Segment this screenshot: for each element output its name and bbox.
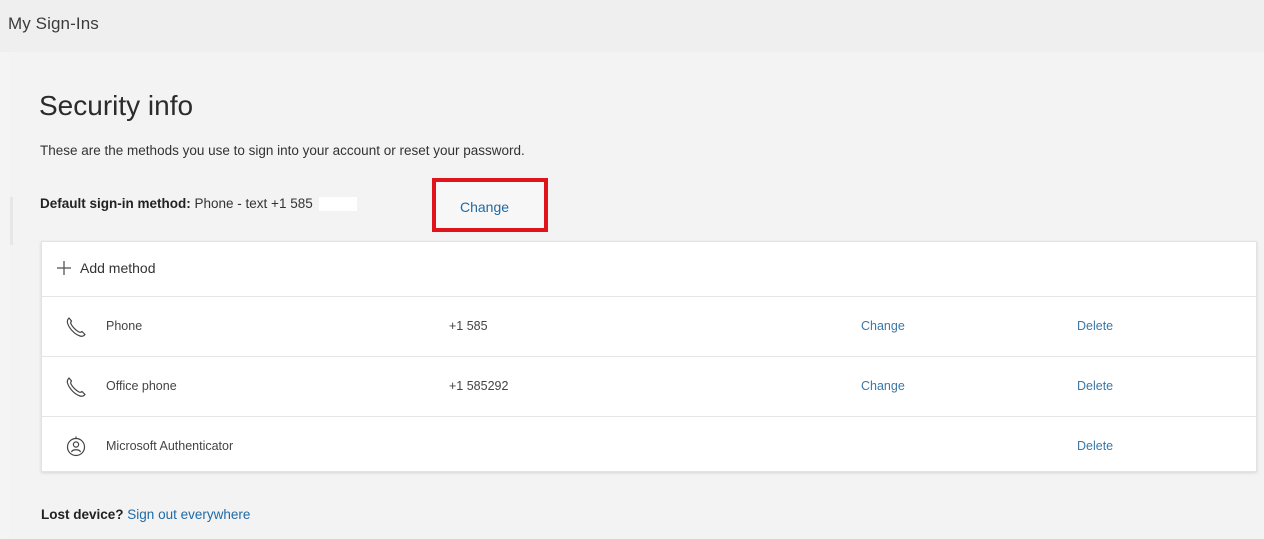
add-method-label: Add method [80,260,156,276]
authenticator-icon [64,435,88,459]
delete-office-phone-link[interactable]: Delete [1077,379,1113,393]
add-method-row: Add method [42,242,1256,297]
change-phone-link[interactable]: Change [861,319,905,333]
top-bar: My Sign-Ins [0,0,1264,52]
method-value: +1 585292 [449,379,509,393]
default-method-value: Phone - text +1 585 [194,196,313,211]
delete-phone-link[interactable]: Delete [1077,319,1113,333]
method-value: +1 585 [449,319,488,333]
default-sign-in-method: Default sign-in method: Phone - text +1 … [40,196,357,212]
change-default-highlight-box: Change [432,178,548,232]
redacted-number-mask [318,197,357,212]
phone-icon [64,315,88,339]
change-office-phone-link[interactable]: Change [861,379,905,393]
method-name: Microsoft Authenticator [106,439,234,453]
add-method-button[interactable]: Add method [54,258,156,278]
method-row-office-phone: Office phone +1 585292 Change Delete [42,357,1256,417]
method-row-phone: Phone +1 585 Change Delete [42,297,1256,357]
method-name: Phone [106,319,143,333]
page-title: Security info [39,90,194,121]
plus-icon [54,258,74,278]
side-divider [10,197,13,245]
app-title: My Sign-Ins [8,14,99,33]
page-description: These are the methods you use to sign in… [40,143,525,158]
delete-authenticator-link[interactable]: Delete [1077,439,1113,453]
lost-device-label: Lost device? [41,507,124,522]
default-method-label: Default sign-in method: [40,196,191,211]
method-name: Office phone [106,379,177,393]
methods-card: Add method Phone +1 585 Change Delete Of… [41,241,1257,472]
phone-icon [64,375,88,399]
change-default-method-link[interactable]: Change [460,199,509,215]
method-row-authenticator: Microsoft Authenticator Delete [42,417,1256,477]
sign-out-everywhere-link[interactable]: Sign out everywhere [127,507,250,522]
lost-device-row: Lost device? Sign out everywhere [41,507,250,522]
security-info-page: Security info These are the methods you … [10,52,1264,539]
